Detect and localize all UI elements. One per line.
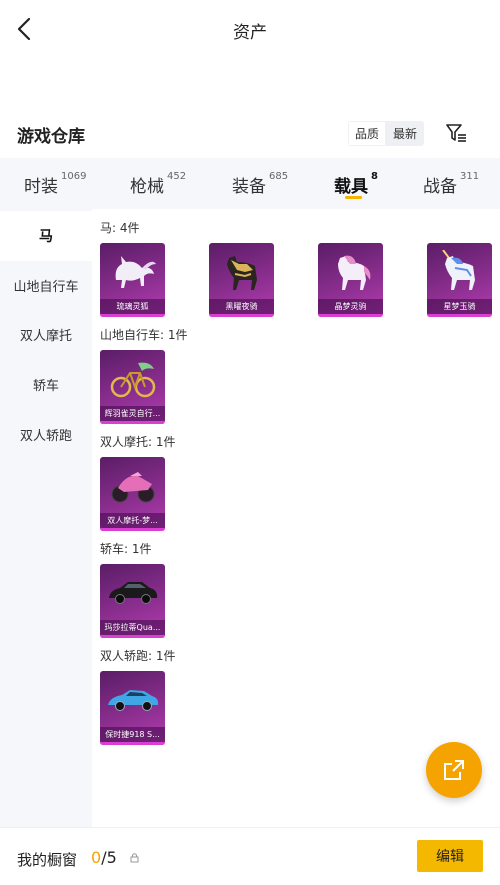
active-tab-indicator — [345, 196, 362, 199]
showcase-label: 我的橱窗 — [17, 851, 78, 869]
edit-button[interactable]: 编辑 — [417, 840, 483, 872]
tab-count: 311 — [460, 171, 480, 183]
item-name: 双人摩托-梦... — [100, 513, 165, 528]
tab-label: 枪械 — [130, 177, 164, 197]
tab-count: 1069 — [61, 171, 87, 183]
tab-equipment[interactable]: 装备685 — [232, 171, 289, 197]
tab-fashion[interactable]: 时装1069 — [24, 171, 87, 197]
tab-label: 时装 — [24, 177, 58, 197]
page-title: 资产 — [233, 23, 267, 43]
tab-count: 8 — [371, 171, 378, 183]
item-name: 晶梦灵驹 — [318, 299, 383, 314]
top-bar: 资产 — [0, 0, 500, 60]
tab-count: 685 — [269, 171, 289, 183]
pink-motorcycle-icon — [100, 457, 165, 515]
white-fox-icon — [100, 243, 165, 301]
sort-toggle: 品质 最新 — [348, 121, 424, 146]
item-name: 黑曜夜骑 — [209, 299, 274, 314]
showcase-total: /5 — [101, 848, 117, 867]
sidebar: 马 山地自行车 双人摩托 轿车 双人轿跑 — [0, 209, 92, 827]
item-card[interactable]: 保时捷918 S... — [100, 671, 165, 745]
white-pink-horse-icon — [318, 243, 383, 301]
item-card[interactable]: 双人摩托-梦... — [100, 457, 165, 531]
group-label: 马: 4件 — [100, 221, 140, 235]
share-button[interactable] — [426, 742, 482, 798]
tab-count: 452 — [167, 171, 187, 183]
group-label: 轿车: 1件 — [100, 542, 152, 556]
showcase-count: 0/5 — [91, 848, 117, 867]
group-label: 双人轿跑: 1件 — [100, 649, 176, 663]
tab-guns[interactable]: 枪械452 — [130, 171, 187, 197]
item-name: 琉璃灵狐 — [100, 299, 165, 314]
black-sedan-icon — [100, 564, 165, 622]
lock-icon — [130, 853, 139, 863]
unicorn-icon — [427, 243, 492, 301]
sort-latest-button[interactable]: 最新 — [386, 121, 424, 146]
sidebar-item-horse[interactable]: 马 — [0, 211, 92, 261]
item-name: 星梦玉骑 — [427, 299, 492, 314]
dark-gold-horse-icon — [209, 243, 274, 301]
filter-icon[interactable] — [444, 121, 468, 145]
sidebar-item-coupe[interactable]: 双人轿跑 — [0, 409, 92, 459]
vehicle-list: 马: 4件 琉璃灵狐 黑曜夜骑 晶梦灵驹 星梦玉骑 山地自行车: 1件 辉羽雀灵… — [92, 209, 500, 827]
section-title: 游戏仓库 — [17, 127, 85, 147]
tab-label: 装备 — [232, 177, 266, 197]
item-name: 玛莎拉蒂Qua... — [100, 620, 165, 635]
item-card[interactable]: 星梦玉骑 — [427, 243, 492, 317]
group-label: 双人摩托: 1件 — [100, 435, 176, 449]
item-name: 保时捷918 S... — [100, 727, 165, 742]
showcase-current: 0 — [91, 848, 102, 867]
share-icon — [444, 760, 464, 780]
tab-vehicles[interactable]: 载具8 — [334, 171, 378, 197]
sidebar-item-mountain-bike[interactable]: 山地自行车 — [0, 260, 92, 310]
tab-label: 载具 — [334, 177, 368, 197]
item-name: 辉羽雀灵自行... — [100, 406, 165, 421]
tab-battle-gear[interactable]: 战备311 — [423, 171, 480, 197]
blue-sports-car-icon — [100, 671, 165, 729]
category-tabs: 时装1069 枪械452 装备685 载具8 战备311 — [0, 158, 500, 209]
group-label: 山地自行车: 1件 — [100, 328, 188, 342]
item-card[interactable]: 辉羽雀灵自行... — [100, 350, 165, 424]
golden-bike-icon — [100, 350, 165, 408]
item-card[interactable]: 晶梦灵驹 — [318, 243, 383, 317]
item-card[interactable]: 琉璃灵狐 — [100, 243, 165, 317]
showcase-footer: 我的橱窗 0/5 编辑 — [0, 827, 500, 885]
sidebar-item-motorcycle[interactable]: 双人摩托 — [0, 309, 92, 359]
sidebar-item-sedan[interactable]: 轿车 — [0, 359, 92, 409]
sort-quality-button[interactable]: 品质 — [348, 121, 386, 146]
tab-label: 战备 — [423, 177, 457, 197]
item-card[interactable]: 玛莎拉蒂Qua... — [100, 564, 165, 638]
item-card[interactable]: 黑曜夜骑 — [209, 243, 274, 317]
